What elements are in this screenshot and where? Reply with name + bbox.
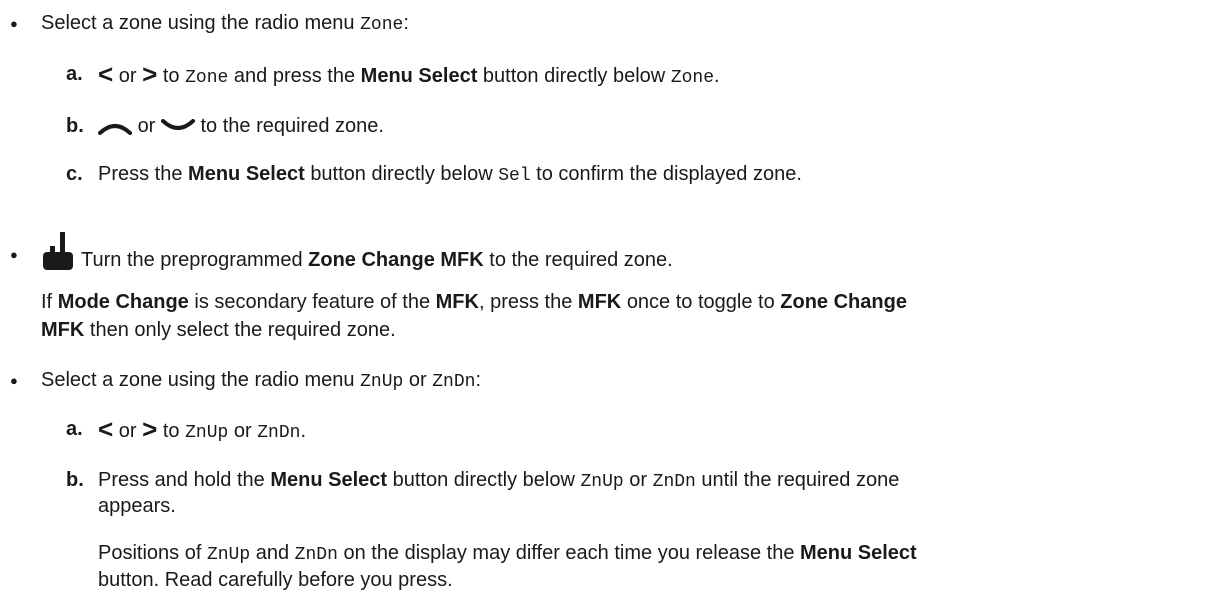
b3-step-b-line2: appears. (98, 495, 176, 517)
chevron-left-icon: < (98, 414, 114, 444)
bullet-dot: ● (10, 247, 18, 262)
bullet-dot: ● (10, 16, 18, 31)
chevron-right-icon: > (142, 59, 158, 89)
b3-note-line1: Positions of ZnUp and ZnDn on the displa… (98, 542, 917, 565)
b2-text-line3: MFK then only select the required zone. (41, 319, 396, 341)
zone-code: Zone (360, 15, 404, 35)
chevron-left-icon: < (98, 59, 114, 89)
step-label: a. (66, 63, 83, 85)
arc-up-icon (98, 123, 132, 135)
step-label: b. (66, 115, 84, 137)
b3-note-line2: button. Read carefully before you press. (98, 569, 453, 591)
step-label: a. (66, 418, 83, 440)
portable-radio-icon (43, 232, 73, 270)
step-label: b. (66, 469, 84, 491)
bullet-dot: ● (10, 373, 18, 388)
chevron-right-icon: > (142, 414, 158, 444)
b2-text-line2: If Mode Change is secondary feature of t… (41, 291, 907, 313)
b1-text: Select a zone using the radio menu (41, 12, 361, 34)
arc-down-icon (160, 118, 195, 130)
step-label: c. (66, 163, 83, 185)
